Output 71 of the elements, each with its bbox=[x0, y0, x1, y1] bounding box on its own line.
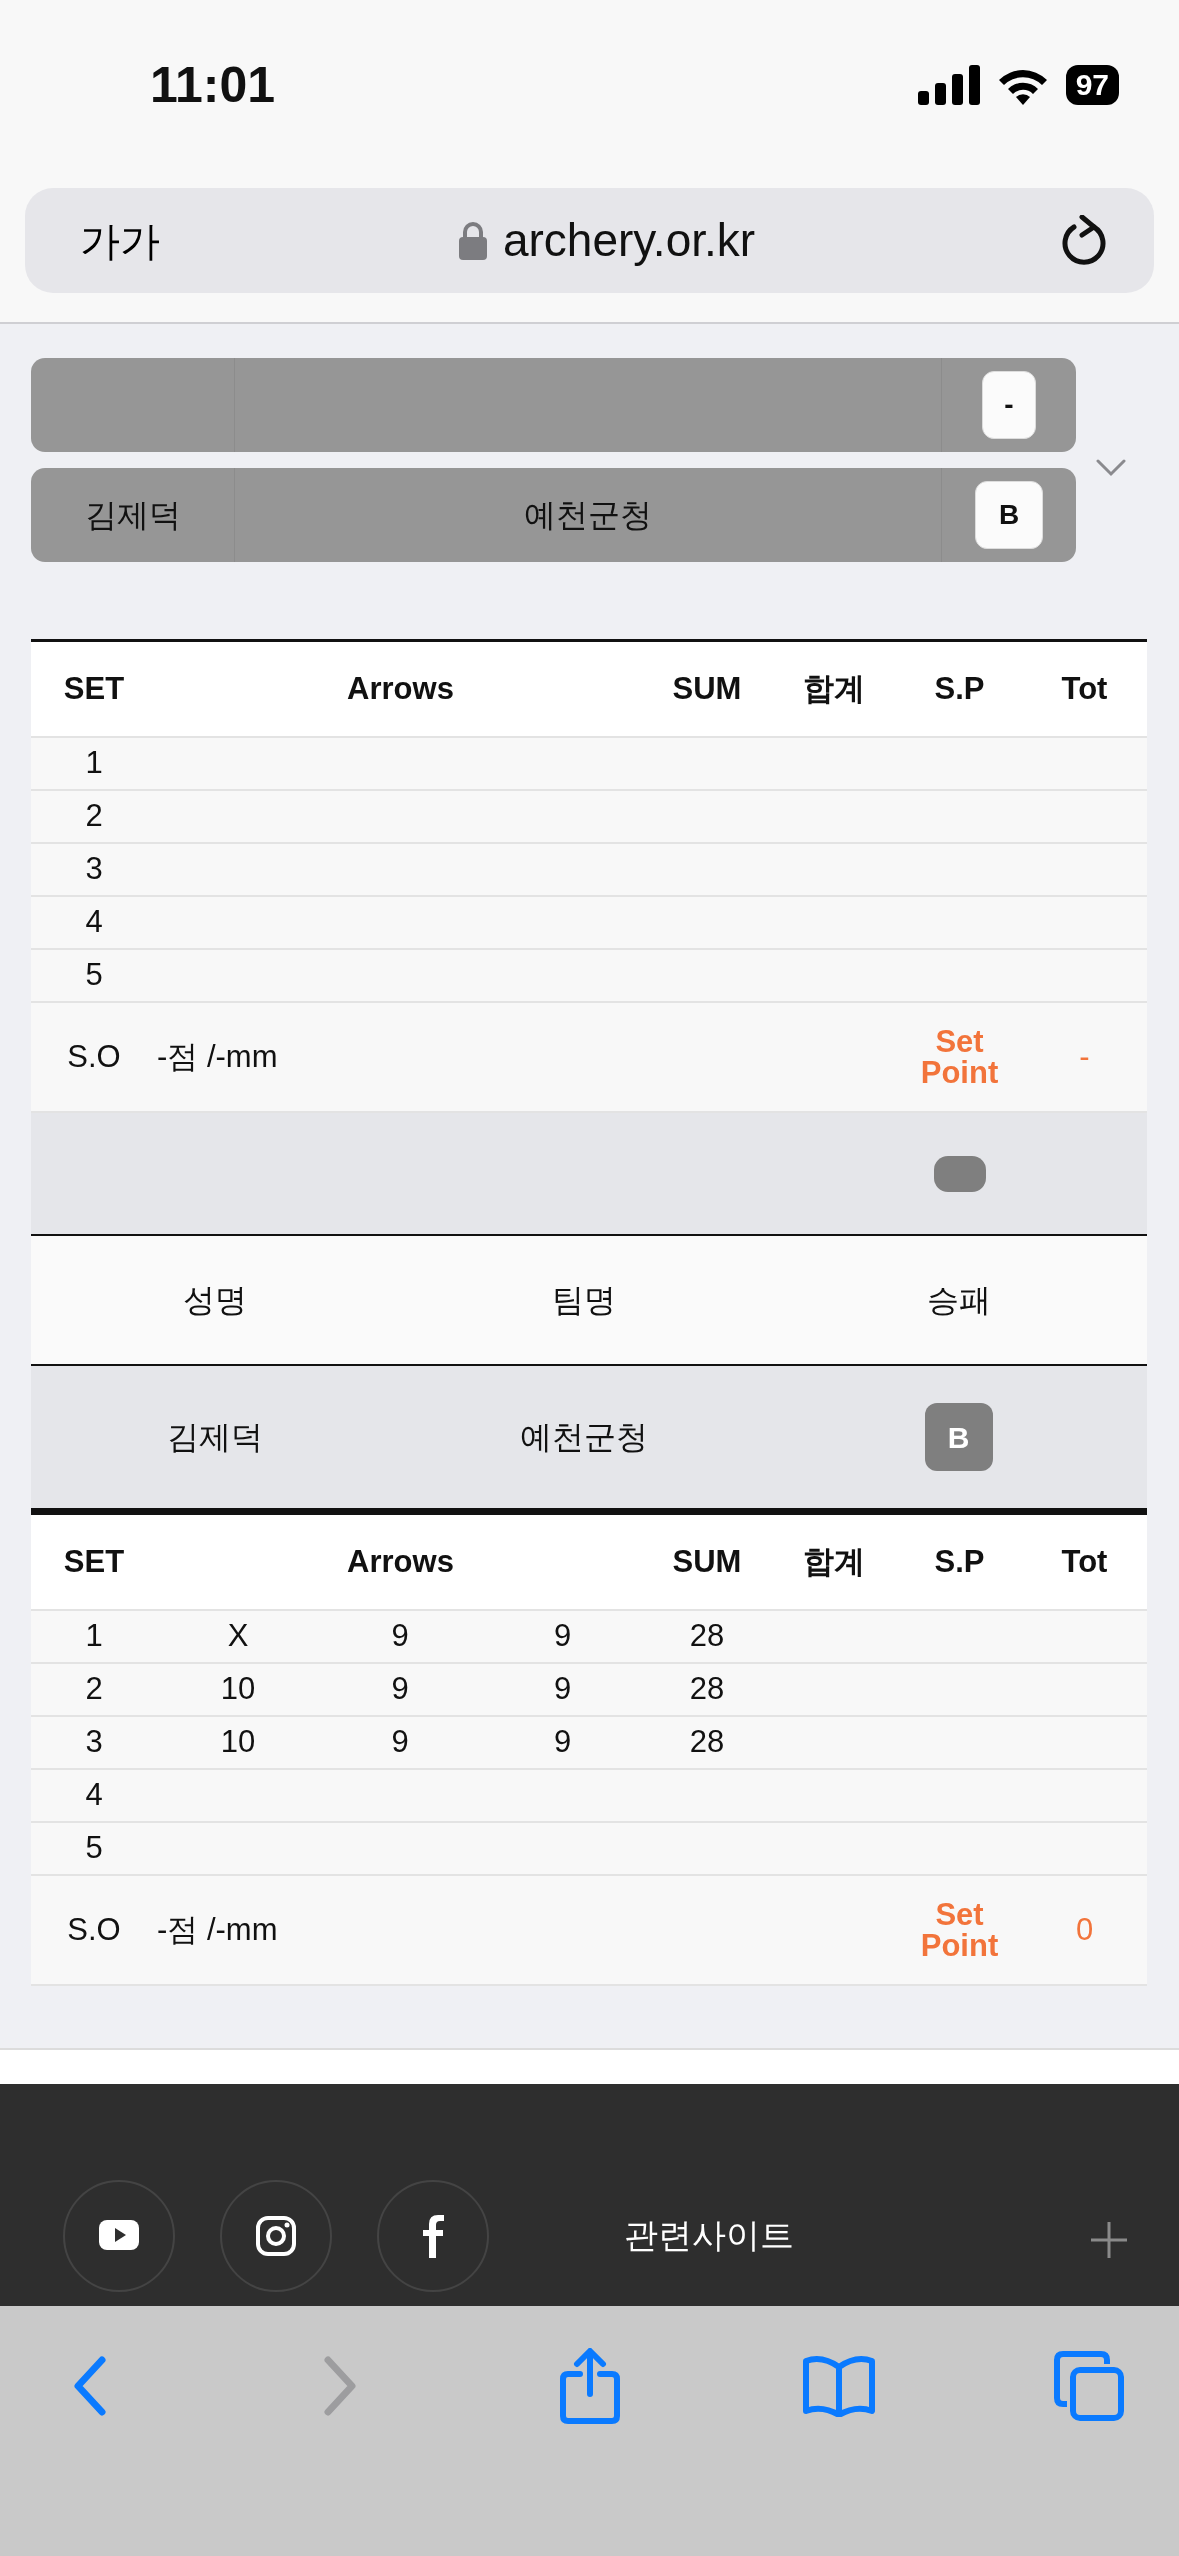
footer-heading: 관련사이트 bbox=[624, 2215, 794, 2256]
column-header: SET bbox=[62, 669, 126, 708]
arrow-score: 9 bbox=[390, 1723, 410, 1762]
column-header: SUM bbox=[671, 1542, 743, 1581]
arrow-score: 9 bbox=[390, 1617, 410, 1656]
set-number: 5 bbox=[84, 1829, 104, 1868]
column-header: S.P bbox=[933, 1542, 986, 1581]
lock-icon bbox=[458, 221, 487, 260]
column-header: Tot bbox=[1060, 1542, 1109, 1581]
url-text[interactable]: archery.or.kr bbox=[502, 206, 756, 275]
column-header: Arrows bbox=[346, 1542, 455, 1581]
arrow-score: 9 bbox=[552, 1723, 573, 1762]
signal-icon bbox=[917, 65, 980, 105]
shoot-off-label: S.O bbox=[66, 1910, 122, 1949]
set-number: 5 bbox=[84, 956, 104, 995]
status-time: 11:01 bbox=[150, 55, 276, 115]
set-number: 2 bbox=[84, 1670, 104, 1709]
column-header: 합계 bbox=[801, 1542, 866, 1581]
shoot-off-label: S.O bbox=[66, 1037, 122, 1076]
column-header: SET bbox=[62, 1542, 126, 1581]
sum-cell-text: 28 bbox=[688, 1617, 726, 1656]
social-link[interactable] bbox=[63, 2180, 175, 2292]
total-points: 0 bbox=[1074, 1910, 1095, 1949]
set-number: 4 bbox=[84, 903, 104, 942]
set-number: 1 bbox=[84, 1617, 104, 1656]
column-header: S.P bbox=[933, 669, 986, 708]
camera-icon bbox=[254, 2214, 298, 2258]
total-points: - bbox=[1078, 1037, 1091, 1076]
arrow-score: X bbox=[226, 1617, 250, 1656]
column-header: SUM bbox=[671, 669, 743, 708]
social-link[interactable] bbox=[377, 2180, 489, 2292]
team-name: 예천군청 bbox=[519, 1418, 649, 1457]
team-name: 예천군청 bbox=[235, 468, 942, 562]
plus-icon[interactable] bbox=[1089, 2220, 1129, 2260]
column-header: Tot bbox=[1060, 669, 1109, 708]
column-header: 승패 bbox=[925, 1281, 992, 1320]
result-badge: B bbox=[975, 481, 1043, 549]
match-card[interactable]: 김제덕 예천군청 B bbox=[31, 468, 1076, 562]
text-size-button[interactable]: 가가 bbox=[80, 210, 160, 271]
chevron-down-icon[interactable] bbox=[1096, 459, 1126, 477]
set-point-label: Set Point bbox=[919, 1026, 1000, 1088]
set-number: 3 bbox=[84, 1723, 104, 1762]
set-number: 1 bbox=[84, 744, 104, 783]
arrow-score: 10 bbox=[219, 1670, 257, 1709]
set-number: 4 bbox=[84, 1776, 104, 1815]
battery-level: 97 bbox=[1065, 65, 1119, 105]
share-icon bbox=[559, 2348, 620, 2424]
arrow-score: 10 bbox=[219, 1723, 257, 1762]
arrow-score: 9 bbox=[552, 1617, 573, 1656]
player-name: 김제덕 bbox=[165, 1418, 264, 1457]
arrow-score: 9 bbox=[552, 1670, 573, 1709]
set-number: 3 bbox=[84, 850, 104, 889]
book-icon bbox=[802, 2355, 877, 2417]
column-header: 팀명 bbox=[551, 1281, 617, 1320]
sum-cell-text: 28 bbox=[688, 1723, 726, 1762]
shoot-off-value: -점 /-mm bbox=[157, 1910, 279, 1949]
sum-cell-text: 28 bbox=[688, 1670, 726, 1709]
result-badge: B bbox=[924, 1403, 993, 1471]
match-card[interactable]: - bbox=[31, 358, 1076, 452]
tabs-icon bbox=[1053, 2350, 1125, 2422]
reload-icon bbox=[1060, 214, 1108, 267]
shoot-off-value: -점 /-mm bbox=[157, 1037, 279, 1076]
column-header: 성명 bbox=[181, 1281, 248, 1320]
social-link[interactable] bbox=[220, 2180, 332, 2292]
player-name: 김제덕 bbox=[31, 468, 235, 562]
column-header: 합계 bbox=[801, 669, 866, 708]
set-point-label: Set Point bbox=[919, 1899, 1000, 1961]
result-badge: - bbox=[982, 371, 1036, 439]
set-number: 2 bbox=[84, 797, 104, 836]
column-header: Arrows bbox=[346, 669, 455, 708]
arrow-score: 9 bbox=[390, 1670, 410, 1709]
